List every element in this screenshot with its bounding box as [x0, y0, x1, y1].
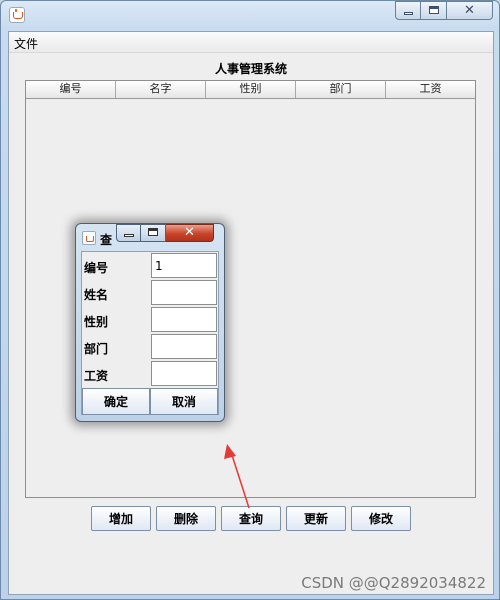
annotation-arrow [224, 444, 250, 509]
watermark: CSDN @@Q2892034822 [301, 574, 486, 592]
